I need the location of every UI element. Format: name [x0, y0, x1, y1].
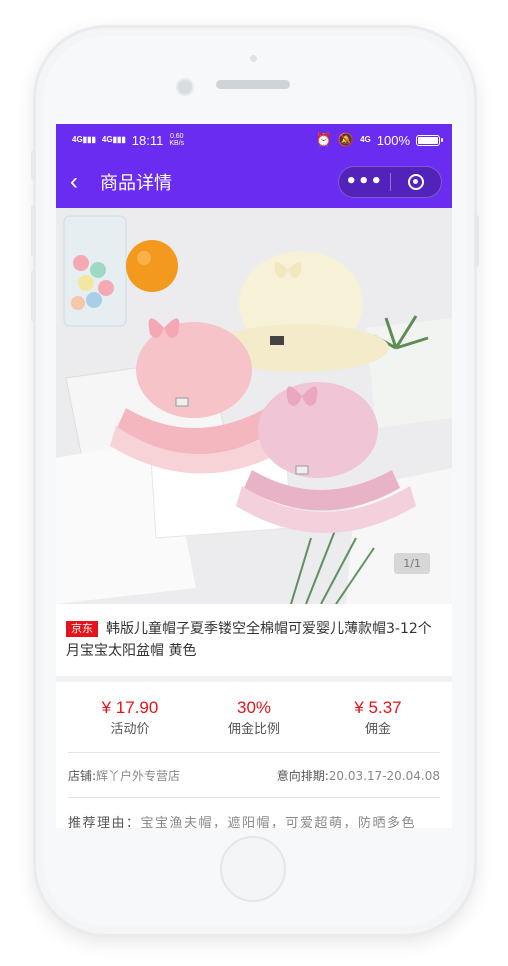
- phone-power-button: [474, 215, 479, 267]
- miniprogram-capsule: •••: [338, 166, 442, 198]
- schedule-info: 意向排期:20.03.17-20.04.08: [276, 768, 440, 783]
- target-icon: [407, 174, 424, 190]
- app-screen: 4G▮▮▮ 4G▮▮▮ 18:11 0.60 KB/s ⏰ 🔕 4G 100% ‹…: [56, 124, 452, 828]
- phone-volume-down-button: [31, 270, 36, 322]
- commission-rate-label: 佣金比例: [227, 722, 280, 737]
- shop-info: 店铺:辉丫户外专营店: [68, 768, 181, 783]
- product-title-block: 京东 韩版儿童帽子夏季镂空全棉帽可爱婴儿薄款帽3-12个月宝宝太阳盆帽 黄色: [56, 604, 452, 676]
- network-type-icon: 4G: [360, 135, 371, 144]
- product-photo-illustration: [56, 208, 452, 604]
- nav-bar: ‹ 商品详情 •••: [56, 156, 452, 208]
- commission-rate-value: 30%: [236, 698, 272, 717]
- reason-label: 推荐理由：: [68, 816, 141, 828]
- image-pager: 1/1: [394, 553, 430, 574]
- reason-text: 宝宝渔夫帽，遮阳帽，可爱超萌，防晒多色: [140, 816, 417, 828]
- status-time: 18:11: [131, 132, 164, 148]
- price-metrics: ¥ 17.90 活动价 30% 佣金比例 ¥ 5.37 佣金: [68, 682, 440, 753]
- alarm-icon: ⏰: [315, 132, 332, 147]
- commission-label: 佣金: [364, 722, 391, 737]
- activity-price-label: 活动价: [110, 722, 150, 737]
- metric-commission: ¥ 5.37 佣金: [318, 696, 438, 740]
- more-button[interactable]: •••: [339, 167, 390, 197]
- shop-row: 店铺:辉丫户外专营店 意向排期:20.03.17-20.04.08: [68, 753, 440, 798]
- earpiece-speaker: [216, 80, 290, 89]
- commission-value: ¥ 5.37: [354, 698, 402, 717]
- front-camera: [176, 78, 194, 96]
- battery-icon: [416, 134, 443, 146]
- metric-activity-price: ¥ 17.90 活动价: [70, 696, 190, 740]
- shop-name[interactable]: 辉丫户外专营店: [96, 769, 180, 783]
- battery-percent: 100%: [376, 132, 410, 148]
- status-bar: 4G▮▮▮ 4G▮▮▮ 18:11 0.60 KB/s ⏰ 🔕 4G 100%: [56, 124, 452, 156]
- network-speed: 0.60 KB/s: [169, 133, 185, 147]
- home-button[interactable]: [220, 836, 286, 902]
- product-info-panel: ¥ 17.90 活动价 30% 佣金比例 ¥ 5.37 佣金 店铺:辉丫户外专营…: [56, 682, 452, 828]
- metric-commission-rate: 30% 佣金比例: [194, 696, 314, 740]
- recommend-reason: 推荐理由：宝宝渔夫帽，遮阳帽，可爱超萌，防晒多色: [68, 798, 440, 828]
- signal-icon-2: 4G▮▮▮: [101, 135, 126, 144]
- proximity-sensor: [250, 55, 257, 62]
- schedule-range: 20.03.17-20.04.08: [328, 768, 440, 783]
- activity-price-value: ¥ 17.90: [101, 698, 159, 717]
- phone-side-button-left: [31, 150, 36, 180]
- close-miniprogram-button[interactable]: [391, 167, 442, 197]
- page-title: 商品详情: [100, 173, 172, 194]
- back-arrow-icon[interactable]: ‹: [70, 170, 94, 194]
- jd-badge: 京东: [66, 621, 98, 637]
- product-image[interactable]: 1/1: [56, 208, 452, 604]
- phone-volume-up-button: [31, 205, 36, 257]
- mute-icon: 🔕: [337, 132, 355, 147]
- more-dots-icon: •••: [345, 171, 383, 192]
- product-title: 韩版儿童帽子夏季镂空全棉帽可爱婴儿薄款帽3-12个月宝宝太阳盆帽 黄色: [66, 621, 432, 659]
- signal-icon: 4G▮▮▮: [72, 135, 96, 144]
